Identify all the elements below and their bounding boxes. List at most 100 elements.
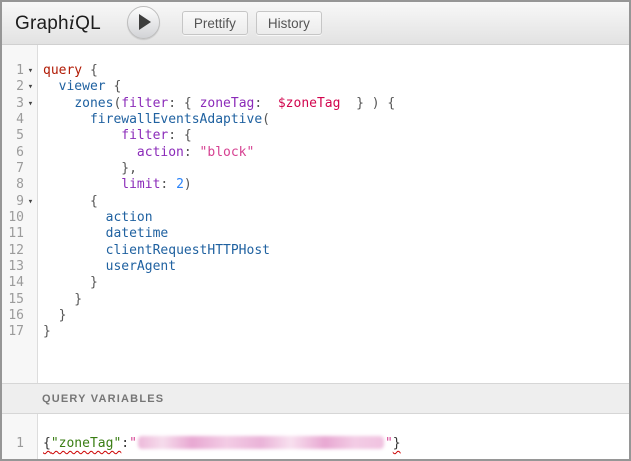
code-line[interactable]: }	[43, 324, 629, 340]
gutter-row: 3▾	[2, 96, 37, 112]
code-line[interactable]: viewer {	[43, 79, 629, 95]
history-button[interactable]: History	[256, 11, 322, 35]
execute-query-button[interactable]	[127, 6, 160, 39]
code-token: viewer	[59, 79, 106, 94]
code-token	[43, 210, 106, 225]
line-number: 6	[2, 145, 24, 161]
code-token: }	[43, 324, 51, 339]
prettify-button[interactable]: Prettify	[182, 11, 248, 35]
code-token: (	[262, 112, 270, 127]
gutter-row: 8	[2, 177, 37, 193]
code-line[interactable]: firewallEventsAdaptive(	[43, 112, 629, 128]
play-icon	[139, 14, 151, 30]
fold-spacer	[24, 308, 37, 324]
code-line[interactable]: limit: 2)	[43, 177, 629, 193]
code-token: :	[121, 436, 129, 451]
variables-editor[interactable]: 1 {"zoneTag":""}	[2, 414, 629, 459]
code-line[interactable]: filter: {	[43, 128, 629, 144]
gutter-row: 9▾	[2, 194, 37, 210]
fold-spacer	[24, 292, 37, 308]
app-title-graph: Graph	[15, 13, 69, 34]
gutter-row: 14	[2, 275, 37, 291]
query-editor[interactable]: 1▾2▾3▾456789▾1011121314151617 query { vi…	[2, 45, 629, 383]
fold-arrow-icon[interactable]: ▾	[24, 79, 37, 95]
fold-spacer	[24, 112, 37, 128]
code-token: firewallEventsAdaptive	[90, 112, 262, 127]
app-title: GraphiQL	[15, 12, 101, 35]
fold-spacer	[24, 324, 37, 340]
code-token: "zoneTag"	[51, 436, 121, 451]
code-token: )	[184, 177, 192, 192]
code-line[interactable]: },	[43, 161, 629, 177]
gutter-row: 15	[2, 292, 37, 308]
app-title-ql: QL	[75, 13, 101, 34]
line-number: 12	[2, 243, 24, 259]
fold-spacer	[24, 128, 37, 144]
code-token: "	[385, 436, 393, 451]
code-line[interactable]: datetime	[43, 226, 629, 242]
code-token: clientRequestHTTPHost	[106, 243, 270, 258]
code-token: action	[137, 145, 184, 160]
code-token: filter	[121, 128, 168, 143]
line-number: 1	[2, 63, 24, 79]
code-token: {	[43, 436, 51, 451]
line-number: 4	[2, 112, 24, 128]
code-token: }	[43, 292, 82, 307]
variables-gutter: 1	[2, 414, 38, 459]
code-token: }	[393, 436, 401, 451]
code-token: : {	[168, 96, 199, 111]
fold-arrow-icon[interactable]: ▾	[24, 63, 37, 79]
code-token: zones	[74, 96, 113, 111]
redacted-zone-tag-value	[138, 436, 384, 449]
line-number: 1	[2, 436, 24, 452]
gutter-row: 17	[2, 324, 37, 340]
gutter-row: 11	[2, 226, 37, 242]
code-token	[43, 128, 121, 143]
code-line[interactable]: }	[43, 308, 629, 324]
code-token	[43, 79, 59, 94]
code-token: userAgent	[106, 259, 176, 274]
line-number: 8	[2, 177, 24, 193]
gutter-row: 7	[2, 161, 37, 177]
code-token: {	[43, 194, 98, 209]
code-token: {	[82, 63, 98, 78]
code-token: :	[254, 96, 277, 111]
code-line[interactable]: action: "block"	[43, 145, 629, 161]
fold-spacer	[24, 226, 37, 242]
line-number: 16	[2, 308, 24, 324]
fold-arrow-icon[interactable]: ▾	[24, 96, 37, 112]
variables-code-line[interactable]: {"zoneTag":""}	[38, 414, 401, 459]
fold-spacer	[24, 210, 37, 226]
gutter-row: 10	[2, 210, 37, 226]
code-token	[43, 243, 106, 258]
gutter-row: 16	[2, 308, 37, 324]
query-variables-header[interactable]: QUERY VARIABLES	[2, 383, 629, 414]
fold-spacer	[24, 275, 37, 291]
code-token: "	[129, 436, 137, 451]
line-number: 14	[2, 275, 24, 291]
code-token	[43, 177, 121, 192]
code-line[interactable]: clientRequestHTTPHost	[43, 243, 629, 259]
code-token: } ) {	[340, 96, 395, 111]
code-line[interactable]: {	[43, 194, 629, 210]
code-line[interactable]: zones(filter: { zoneTag: $zoneTag } ) {	[43, 96, 629, 112]
fold-spacer	[24, 177, 37, 193]
fold-arrow-icon[interactable]: ▾	[24, 194, 37, 210]
gutter-row: 13	[2, 259, 37, 275]
line-number-gutter: 1▾2▾3▾456789▾1011121314151617	[2, 45, 38, 383]
code-line[interactable]: }	[43, 275, 629, 291]
line-number: 5	[2, 128, 24, 144]
code-line[interactable]: query {	[43, 63, 629, 79]
query-code-area[interactable]: query { viewer { zones(filter: { zoneTag…	[38, 45, 629, 383]
gutter-row: 4	[2, 112, 37, 128]
code-token: action	[106, 210, 153, 225]
gutter-row: 5	[2, 128, 37, 144]
code-line[interactable]: }	[43, 292, 629, 308]
code-token: zoneTag	[200, 96, 255, 111]
code-token	[43, 112, 90, 127]
line-number: 11	[2, 226, 24, 242]
code-line[interactable]: action	[43, 210, 629, 226]
code-line[interactable]: userAgent	[43, 259, 629, 275]
code-token: "block"	[200, 145, 255, 160]
gutter-row: 6	[2, 145, 37, 161]
